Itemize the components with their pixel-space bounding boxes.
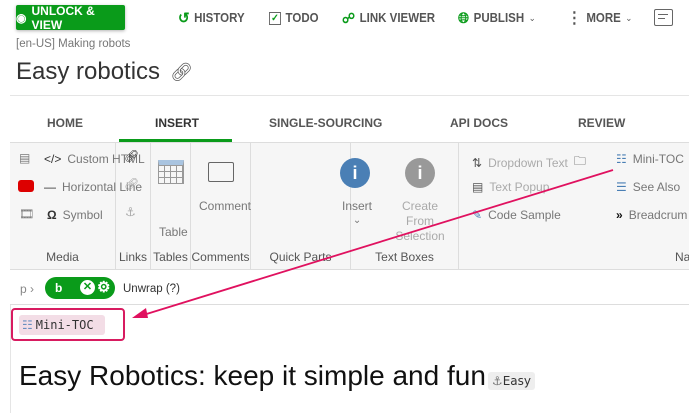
group-navigation: ☷ Mini-TOC ☰ See Also » Breadcrum Na xyxy=(616,152,689,264)
group-links: 🔗︎ 🔗︎ ⚓︎ Links xyxy=(116,143,151,270)
tab-single-sourcing[interactable]: SINGLE-SOURCING xyxy=(269,116,382,130)
anchor-icon: ⚓︎ xyxy=(491,374,503,388)
breadcrumb[interactable]: [en-US] Making robots xyxy=(16,38,130,50)
group-media: ▤ </> Custom HTML — Horizontal Line 🎞︎ Ω Sy… xyxy=(10,143,145,270)
anchor-tag[interactable]: ⚓︎Easy xyxy=(487,372,535,390)
unlink-icon[interactable]: 🔗︎ xyxy=(124,177,139,191)
list-icon: ☰ xyxy=(616,180,627,194)
arrow-head xyxy=(132,308,148,318)
link-icon[interactable]: 🔗︎ xyxy=(124,149,139,163)
code-icon: </> xyxy=(44,152,62,166)
page-title: Easy robotics 🔗︎ xyxy=(16,58,193,85)
eye-icon: ◉ xyxy=(16,10,27,25)
chevron-down-icon: ⌄ xyxy=(528,12,536,23)
group-comments: Comment Comments xyxy=(191,143,251,270)
todo-button[interactable]: ✓ TODO xyxy=(269,10,319,26)
group-text-boxes: ⇅ Dropdown Text 🗀︎ ▤ Text Popup ✎ Code Sampl… xyxy=(351,143,586,270)
symbol-button[interactable]: Ω Symbol xyxy=(47,208,103,222)
tab-review[interactable]: REVIEW xyxy=(578,116,625,130)
more-button[interactable]: ⋮ MORE ⌄ xyxy=(567,10,633,27)
publish-button[interactable]: 🌐︎ PUBLISH ⌄ xyxy=(458,9,536,27)
youtube-icon[interactable] xyxy=(18,180,34,192)
anchor-icon[interactable]: ⚓︎ xyxy=(125,205,136,219)
globe-icon: 🌐︎ xyxy=(458,9,470,27)
mini-toc-button[interactable]: ☷ Mini-TOC xyxy=(616,152,684,166)
history-icon: ↺ xyxy=(178,10,190,27)
comment-button[interactable]: Comment xyxy=(199,199,251,213)
group-tables: Table Tables xyxy=(151,143,191,270)
unlock-view-button[interactable]: ◉ UNLOCK & VIEW xyxy=(16,4,125,32)
vertical-dots-icon: ⋮ xyxy=(567,10,582,27)
comment-icon[interactable] xyxy=(208,162,234,182)
sitemap-icon: ☷ xyxy=(616,152,627,166)
checkbox-icon: ✓ xyxy=(269,11,281,25)
line-icon: — xyxy=(44,180,56,194)
table-icon[interactable] xyxy=(158,160,184,184)
gear-icon[interactable]: ⚙ xyxy=(97,278,110,296)
tab-insert[interactable]: INSERT xyxy=(155,116,199,130)
link-viewer-icon: ☍ xyxy=(342,9,356,26)
group-quick-parts: i Insert ⌄ i Create From Selection Quick … xyxy=(251,143,445,270)
mini-toc-block[interactable]: ☷ Mini-TOC xyxy=(19,315,105,335)
link-viewer-button[interactable]: ☍ LINK VIEWER xyxy=(342,10,435,26)
comments-icon[interactable] xyxy=(654,9,673,26)
history-button[interactable]: ↺ HISTORY xyxy=(178,10,245,27)
path-p[interactable]: p › xyxy=(20,282,34,296)
content-heading: Easy Robotics: keep it simple and fun ⚓︎E… xyxy=(19,360,535,392)
tab-home[interactable]: HOME xyxy=(47,116,83,130)
breadcrumbs-button[interactable]: » Breadcrum xyxy=(616,208,687,222)
video-icon[interactable]: 🎞︎ xyxy=(19,207,34,221)
double-chevron-icon: » xyxy=(616,208,623,222)
image-icon[interactable]: ▤ xyxy=(19,151,30,165)
chevron-down-icon: ⌄ xyxy=(625,12,633,23)
sitemap-icon: ☷ xyxy=(22,318,33,332)
omega-icon: Ω xyxy=(47,208,57,222)
tab-api-docs[interactable]: API DOCS xyxy=(450,116,508,130)
help-link[interactable]: (?) xyxy=(166,283,180,295)
path-element-b[interactable]: b ✕ ⚙ xyxy=(45,277,115,299)
divider xyxy=(10,95,689,96)
table-button[interactable]: Table xyxy=(159,225,188,239)
mini-toc-highlight: ☷ Mini-TOC xyxy=(11,308,125,341)
ribbon: ▤ </> Custom HTML — Horizontal Line 🎞︎ Ω Sy… xyxy=(10,142,689,270)
unwrap-button[interactable]: Unwrap (?) xyxy=(123,283,180,295)
link-icon[interactable]: 🔗︎ xyxy=(170,62,193,83)
remove-icon[interactable]: ✕ xyxy=(80,280,95,295)
see-also-button[interactable]: ☰ See Also xyxy=(616,180,680,194)
